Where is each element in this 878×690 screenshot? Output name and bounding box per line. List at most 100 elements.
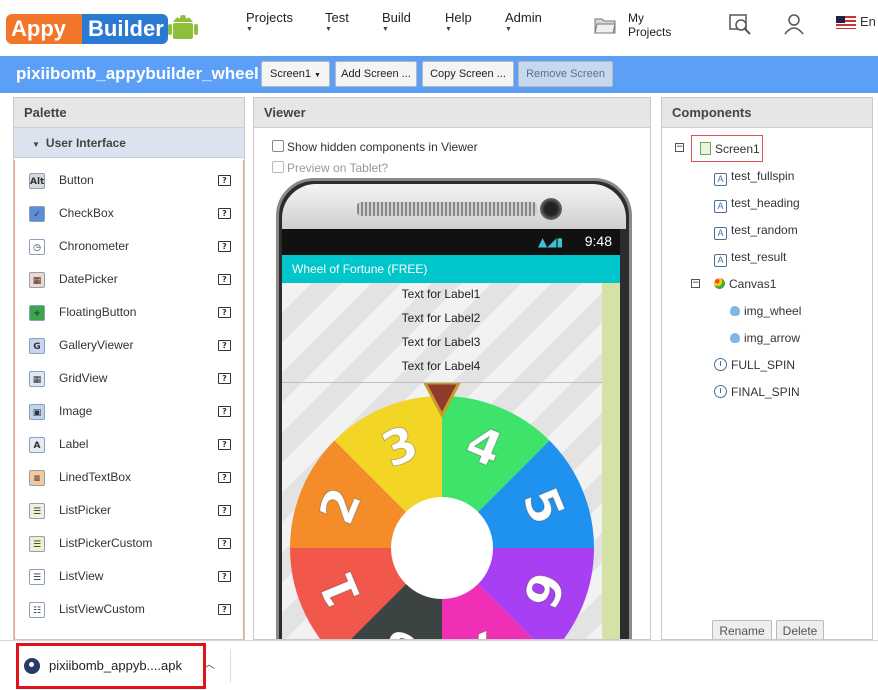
palette-item-floatingbutton[interactable]: + FloatingButton? [15,296,243,329]
palette-item-listpicker[interactable]: ☰ ListPicker? [15,494,243,527]
help-icon[interactable]: ? [218,505,231,516]
help-icon[interactable]: ? [218,208,231,219]
palette-item-checkbox[interactable]: ✓ CheckBox? [15,197,243,230]
add-screen-button[interactable]: Add Screen ... [335,61,417,87]
triangle-down-icon: ▼ [32,140,40,149]
component-img_arrow[interactable]: img_arrow [730,331,800,345]
help-icon[interactable]: ? [218,373,231,384]
palette-panel: Palette ▼ User Interface Alt Button? ✓ Check… [13,97,245,640]
help-icon[interactable]: ? [218,340,231,351]
palette-list: Alt Button? ✓ CheckBox? ◷ Chronometer? ▦ DatePi… [14,160,244,639]
palette-item-label[interactable]: A Label? [15,428,243,461]
canvas-icon [714,278,725,289]
image-icon: ▣ [29,404,45,420]
palette-item-galleryviewer[interactable]: G GalleryViewer? [15,329,243,362]
palette-item-label: ListPickerCustom [59,536,153,550]
help-icon[interactable]: ? [218,406,231,417]
help-icon[interactable]: ? [218,571,231,582]
nav-build[interactable]: Build ▼ [382,10,411,33]
help-icon[interactable]: ? [218,175,231,186]
clock-icon [714,385,727,398]
nav-test[interactable]: Test ▼ [325,10,349,33]
help-icon[interactable]: ? [218,604,231,615]
help-icon[interactable]: ? [218,439,231,450]
palette-item-label: LinedTextBox [59,470,132,484]
palette-item-button[interactable]: Alt Button? [15,164,243,197]
palette-item-listviewcustom[interactable]: ☷ ListViewCustom? [15,593,243,626]
palette-item-label: Label [59,437,89,451]
rename-button[interactable]: Rename [712,620,772,639]
phone-camera [540,198,562,220]
palette-item-label: ListView [59,569,104,583]
label-1[interactable]: Text for Label1 [282,287,600,301]
listview-custom-icon: ☷ [29,602,45,618]
gridview-icon: ▦ [29,371,45,387]
palette-item-datepicker[interactable]: ▦ DatePicker? [15,263,243,296]
help-icon[interactable]: ? [218,472,231,483]
canvas-wheel[interactable]: 12345678 [290,383,610,640]
preview-tablet-checkbox[interactable] [272,161,284,173]
component-label: FINAL_SPIN [731,385,800,399]
component-test_fullspin[interactable]: Atest_fullspin [714,169,794,186]
palette-item-linedtextbox[interactable]: ≡ LinedTextBox? [15,461,243,494]
user-account-icon[interactable] [782,12,806,36]
show-hidden-checkbox-row[interactable]: Show hidden components in Viewer [272,140,478,154]
component-test_result[interactable]: Atest_result [714,250,786,267]
wheel-center-circle [391,497,493,599]
collapse-minus-icon[interactable]: − [675,143,684,152]
collapse-minus-icon[interactable]: − [691,279,700,288]
delete-button[interactable]: Delete [776,620,824,639]
component-full_spin[interactable]: FULL_SPIN [714,358,795,372]
label-icon: A [714,173,727,186]
nav-projects[interactable]: Projects ▼ [246,10,293,33]
language-label: En [860,14,876,29]
screen-scrollbar[interactable] [602,283,620,639]
label-4[interactable]: Text for Label4 [282,359,600,373]
component-test_random[interactable]: Atest_random [714,223,798,240]
help-icon[interactable]: ? [218,241,231,252]
component-img_wheel[interactable]: img_wheel [730,304,801,318]
palette-item-label: GalleryViewer [59,338,134,352]
preview-tablet-checkbox-row[interactable]: Preview on Tablet? [272,161,388,175]
help-icon[interactable]: ? [218,307,231,318]
user-interface-section-header[interactable]: ▼ User Interface [14,128,244,158]
my-projects-line1: My [628,11,644,25]
palette-item-listpickercustom[interactable]: ☰ ListPickerCustom? [15,527,243,560]
project-title: pixiibomb_appybuilder_wheel [16,64,259,83]
palette-item-chronometer[interactable]: ◷ Chronometer? [15,230,243,263]
remove-screen-button[interactable]: Remove Screen [518,61,613,87]
component-screen1[interactable]: Screen1 [700,142,760,156]
download-filename: pixiibomb_appyb....apk [49,658,182,673]
chronometer-icon: ◷ [29,239,45,255]
appybuilder-logo[interactable]: Appy Builder [4,6,198,48]
caret-down-icon: ▼ [246,26,253,33]
lined-textbox-icon: ≡ [29,470,45,486]
component-canvas1[interactable]: Canvas1 [714,277,776,291]
download-item[interactable]: pixiibomb_appyb....apk [16,643,206,689]
palette-item-gridview[interactable]: ▦ GridView? [15,362,243,395]
palette-item-listview[interactable]: ☰ ListView? [15,560,243,593]
component-test_heading[interactable]: Atest_heading [714,196,800,213]
logo-builder-text: Builder [82,14,168,44]
help-icon[interactable]: ? [218,274,231,285]
my-projects-button[interactable]: My Projects [594,10,684,44]
label-3[interactable]: Text for Label3 [282,335,600,349]
search-gallery-icon[interactable] [728,12,752,36]
component-label: Canvas1 [729,277,777,291]
nav-admin[interactable]: Admin ▼ [505,10,542,33]
chevron-up-icon[interactable]: ︿ [203,655,215,672]
my-projects-line2: Projects [628,25,672,39]
copy-screen-button[interactable]: Copy Screen ... [422,61,514,87]
folder-icon [594,18,616,34]
nav-help[interactable]: Help ▼ [445,10,472,33]
image-icon [730,306,740,316]
palette-item-label: Image [59,404,93,418]
help-icon[interactable]: ? [218,538,231,549]
label-2[interactable]: Text for Label2 [282,311,600,325]
palette-title: Palette [14,98,244,128]
component-final_spin[interactable]: FINAL_SPIN [714,385,800,399]
show-hidden-checkbox[interactable] [272,140,284,152]
palette-item-image[interactable]: ▣ Image? [15,395,243,428]
screen-select-dropdown[interactable]: Screen1 ▼ [261,61,330,87]
language-selector[interactable]: En [836,14,876,30]
